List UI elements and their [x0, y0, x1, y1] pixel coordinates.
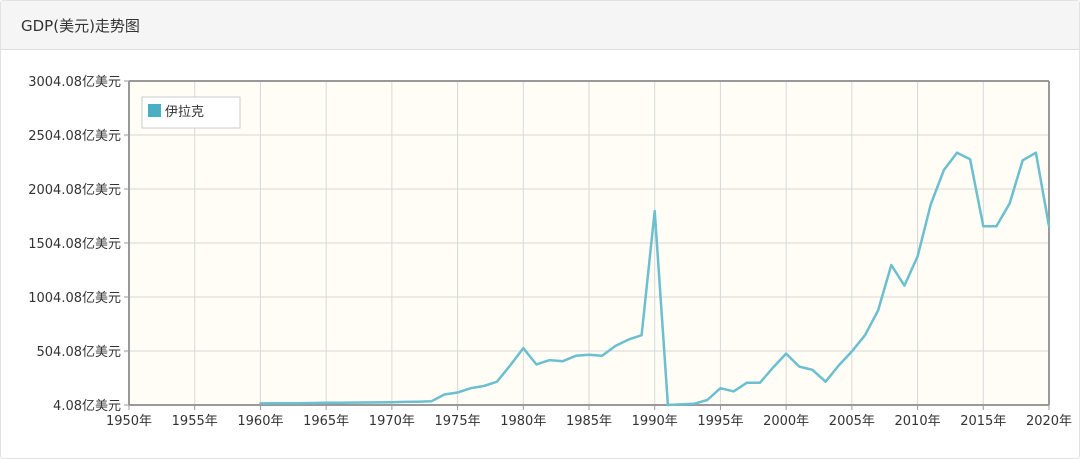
- x-tick-label: 2020年: [1026, 414, 1072, 429]
- x-tick-label: 1995年: [697, 414, 743, 429]
- x-tick-label: 2010年: [895, 414, 941, 429]
- x-tick-label: 1980年: [500, 414, 546, 429]
- gdp-line-chart: 4.08亿美元 504.08亿美元 1004.08亿美元 1504.08亿美元 2004…: [28, 75, 1072, 429]
- x-tick-labels: 1950年 1955年 1960年 1965年 1970年 1975年 1980年 1985年…: [106, 414, 1072, 429]
- x-tick-label: 1960年: [237, 414, 283, 429]
- x-tick-label: 2000年: [763, 414, 809, 429]
- y-tick-label: 1004.08亿美元: [28, 291, 121, 306]
- y-tick-labels: 4.08亿美元 504.08亿美元 1004.08亿美元 1504.08亿美元 2004…: [28, 75, 129, 414]
- x-tick-label: 1985年: [566, 414, 612, 429]
- y-tick-label: 3004.08亿美元: [28, 75, 121, 90]
- y-tick-label: 2504.08亿美元: [28, 129, 121, 144]
- x-tick-label: 2005年: [829, 414, 875, 429]
- x-tick-label: 1950年: [106, 414, 152, 429]
- x-tick-label: 1965年: [303, 414, 349, 429]
- legend-swatch: [148, 104, 161, 117]
- y-tick-label: 2004.08亿美元: [28, 183, 121, 198]
- legend: 伊拉克: [141, 96, 241, 129]
- x-tick-label: 1955年: [172, 414, 218, 429]
- x-tick-label: 1990年: [632, 414, 678, 429]
- legend-label: 伊拉克: [165, 105, 204, 120]
- x-tick-label: 2015年: [960, 414, 1006, 429]
- x-tick-label: 1970年: [369, 414, 415, 429]
- y-tick-label: 1504.08亿美元: [28, 237, 121, 252]
- x-tick-label: 1975年: [435, 414, 481, 429]
- y-tick-label: 504.08亿美元: [37, 345, 122, 360]
- y-tick-label: 4.08亿美元: [53, 399, 121, 414]
